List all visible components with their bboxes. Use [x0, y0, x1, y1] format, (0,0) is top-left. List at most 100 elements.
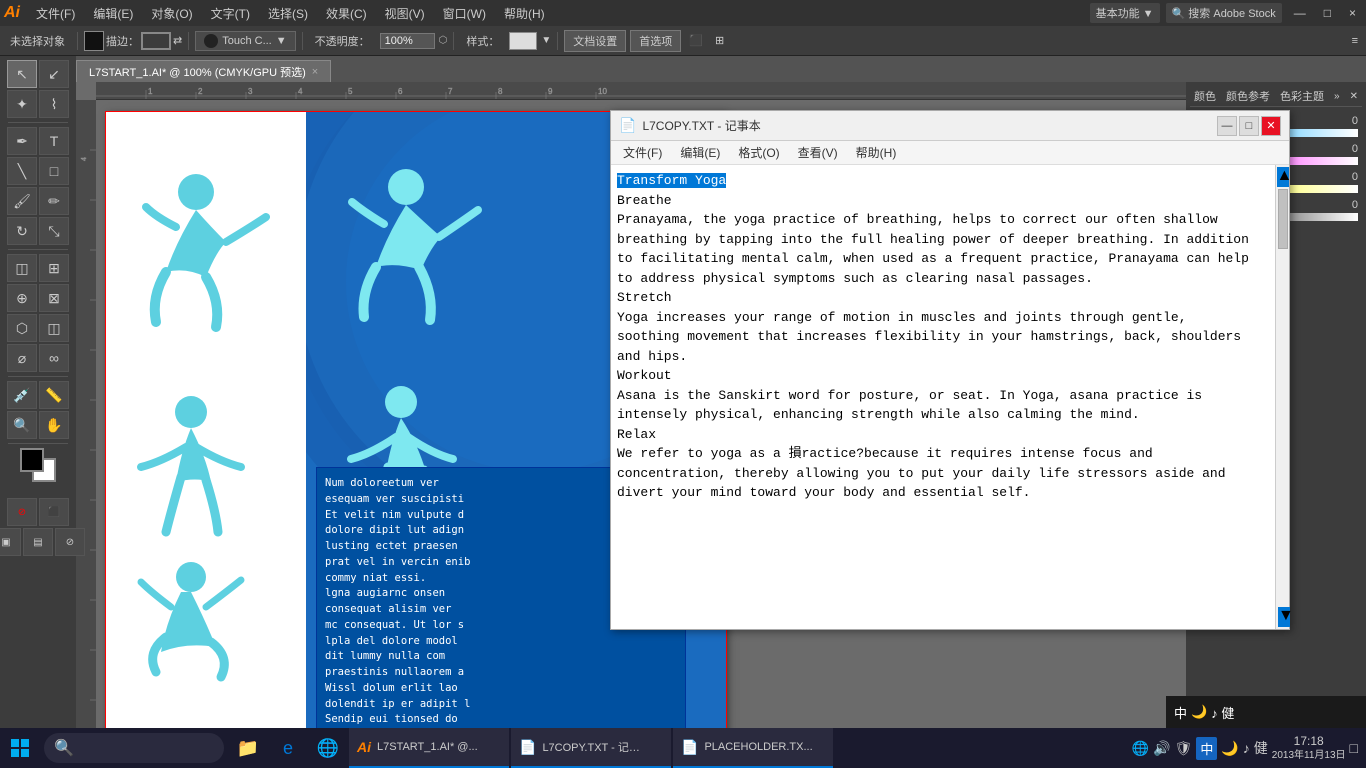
- taskbar-app-notepad[interactable]: 📄 L7COPY.TXT - 记…: [511, 728, 671, 768]
- shape-builder-tool[interactable]: ⊕: [7, 284, 37, 312]
- window-minimize[interactable]: —: [1288, 6, 1312, 20]
- notification-icon[interactable]: □: [1350, 740, 1358, 756]
- taskbar-app-ai[interactable]: Ai L7START_1.AI* @...: [349, 728, 509, 768]
- magic-wand-tool[interactable]: ✦: [7, 90, 37, 118]
- menu-view[interactable]: 视图(V): [377, 3, 433, 24]
- menu-window[interactable]: 窗口(W): [435, 3, 494, 24]
- arrange-icon[interactable]: ⬛: [685, 34, 707, 47]
- stroke-color[interactable]: [141, 32, 171, 50]
- separator-1: [77, 32, 78, 50]
- panel-menu-btn[interactable]: »: [1334, 91, 1340, 102]
- scrollbar-thumb[interactable]: [1278, 189, 1288, 249]
- prefs-btn[interactable]: 首选项: [630, 30, 681, 52]
- reflect-tool[interactable]: ◫: [39, 314, 69, 342]
- foreground-color[interactable]: [20, 448, 44, 472]
- text-tool[interactable]: T: [39, 127, 69, 155]
- svg-text:9: 9: [548, 87, 553, 96]
- notepad-text-area[interactable]: Transform Yoga Breathe Pranayama, the yo…: [611, 165, 1289, 629]
- svg-text:4: 4: [298, 87, 303, 96]
- lasso-tool[interactable]: ⌇: [39, 90, 69, 118]
- menu-effect[interactable]: 效果(C): [318, 3, 375, 24]
- network-icon[interactable]: 🌐: [1132, 740, 1149, 757]
- menu-help[interactable]: 帮助(H): [496, 3, 553, 24]
- taskbar-app-placeholder[interactable]: 📄 PLACEHOLDER.TX...: [673, 728, 833, 768]
- moon-icon[interactable]: 🌙: [1221, 740, 1238, 757]
- scrollbar-dn-btn[interactable]: ▼: [1278, 607, 1290, 627]
- scale-tool[interactable]: ⤡: [39, 217, 69, 245]
- gradient-btn[interactable]: ▤: [23, 528, 53, 556]
- tool-sep-1: [8, 122, 68, 123]
- gradient-tool[interactable]: ◫: [7, 254, 37, 282]
- stroke-arrows[interactable]: ⇄: [173, 34, 182, 47]
- menu-edit[interactable]: 编辑(E): [85, 3, 141, 24]
- blend-tool[interactable]: ∞: [39, 344, 69, 372]
- menu-select[interactable]: 选择(S): [260, 3, 316, 24]
- taskbar-system-tray: 🌐 🔊 🛡 中 🌙 ♪ 健 17:18 2013年11月13日 □: [1124, 734, 1366, 763]
- select-tool[interactable]: ↖: [7, 60, 37, 88]
- panel-close-btn[interactable]: ✕: [1350, 91, 1358, 102]
- hand-tool[interactable]: ✋: [39, 411, 69, 439]
- opacity-input[interactable]: [380, 33, 435, 49]
- basic-mode[interactable]: 基本功能 ▼: [1090, 3, 1160, 23]
- window-close[interactable]: ×: [1343, 6, 1362, 20]
- style-swatch[interactable]: [509, 32, 537, 50]
- clock[interactable]: 17:18 2013年11月13日: [1272, 734, 1346, 763]
- antivirus-icon[interactable]: 🛡: [1175, 740, 1193, 757]
- fill-btn[interactable]: ▣: [0, 528, 21, 556]
- notepad-titlebar[interactable]: 📄 L7COPY.TXT - 记事本 — □ ✕: [611, 111, 1289, 141]
- selection-info: 未选择对象: [4, 31, 71, 51]
- taskbar-search-input[interactable]: [80, 742, 214, 754]
- speaker-icon[interactable]: 🔊: [1153, 740, 1170, 757]
- paintbrush-tool[interactable]: 🖌: [7, 187, 37, 215]
- taskbar-pinned-browser-2[interactable]: 🌐: [308, 728, 348, 768]
- menu-file[interactable]: 文件(F): [28, 3, 83, 24]
- input-method[interactable]: 中: [1196, 737, 1217, 760]
- np-menu-format[interactable]: 格式(O): [730, 142, 787, 163]
- health-icon[interactable]: 健: [1254, 738, 1268, 758]
- more-options[interactable]: ≡: [1348, 35, 1362, 47]
- notepad-scrollbar[interactable]: ▲ ▼: [1275, 165, 1289, 629]
- active-tab[interactable]: L7START_1.AI* @ 100% (CMYK/GPU 预选) ×: [76, 60, 331, 82]
- line-tool[interactable]: ╲: [7, 157, 37, 185]
- taskbar-search-box[interactable]: 🔍: [44, 733, 224, 763]
- live-paint-tool[interactable]: ⊠: [39, 284, 69, 312]
- notepad-minimize[interactable]: —: [1217, 116, 1237, 136]
- music-icon[interactable]: ♪: [1243, 740, 1250, 756]
- window-maximize[interactable]: □: [1318, 6, 1337, 20]
- np-menu-view[interactable]: 查看(V): [790, 142, 846, 163]
- taskbar-pinned-browser-1[interactable]: e: [268, 728, 308, 768]
- menu-object[interactable]: 对象(O): [143, 3, 200, 24]
- direct-select-tool[interactable]: ↙: [39, 60, 69, 88]
- notepad-maximize[interactable]: □: [1239, 116, 1259, 136]
- width-tool[interactable]: ⌀: [7, 344, 37, 372]
- rotate-tool[interactable]: ↻: [7, 217, 37, 245]
- notepad-close[interactable]: ✕: [1261, 116, 1281, 136]
- tab-close-btn[interactable]: ×: [312, 66, 318, 78]
- eyedropper-tool[interactable]: 💉: [7, 381, 37, 409]
- scrollbar-up-btn[interactable]: ▲: [1277, 167, 1289, 187]
- doc-setup-btn[interactable]: 文档设置: [564, 30, 626, 52]
- svg-text:4: 4: [81, 157, 88, 161]
- mesh-tool[interactable]: ⊞: [39, 254, 69, 282]
- rect-tool[interactable]: □: [39, 157, 69, 185]
- pen-tool[interactable]: ✒: [7, 127, 37, 155]
- np-menu-edit[interactable]: 编辑(E): [672, 142, 728, 163]
- touch-dropdown[interactable]: Touch C... ▼: [195, 31, 295, 51]
- np-menu-file[interactable]: 文件(F): [615, 142, 670, 163]
- extra-icon[interactable]: ⊞: [711, 34, 728, 47]
- opacity-label: 不透明度：: [309, 31, 376, 51]
- perspective-tool[interactable]: ⬡: [7, 314, 37, 342]
- none-color[interactable]: ⊘: [7, 498, 37, 526]
- fill-color[interactable]: [84, 31, 104, 51]
- start-button[interactable]: [0, 728, 40, 768]
- adobe-stock-search[interactable]: 🔍 搜索 Adobe Stock: [1166, 3, 1282, 23]
- style-arrow[interactable]: ▼: [541, 35, 551, 46]
- pencil-tool[interactable]: ✏: [39, 187, 69, 215]
- taskbar-pinned-file[interactable]: 📁: [228, 728, 268, 768]
- color-mode[interactable]: ⬛: [39, 498, 69, 526]
- no-fill-btn[interactable]: ⊘: [55, 528, 85, 556]
- menu-text[interactable]: 文字(T): [203, 3, 258, 24]
- np-menu-help[interactable]: 帮助(H): [848, 142, 905, 163]
- measure-tool[interactable]: 📏: [39, 381, 69, 409]
- zoom-tool[interactable]: 🔍: [7, 411, 37, 439]
